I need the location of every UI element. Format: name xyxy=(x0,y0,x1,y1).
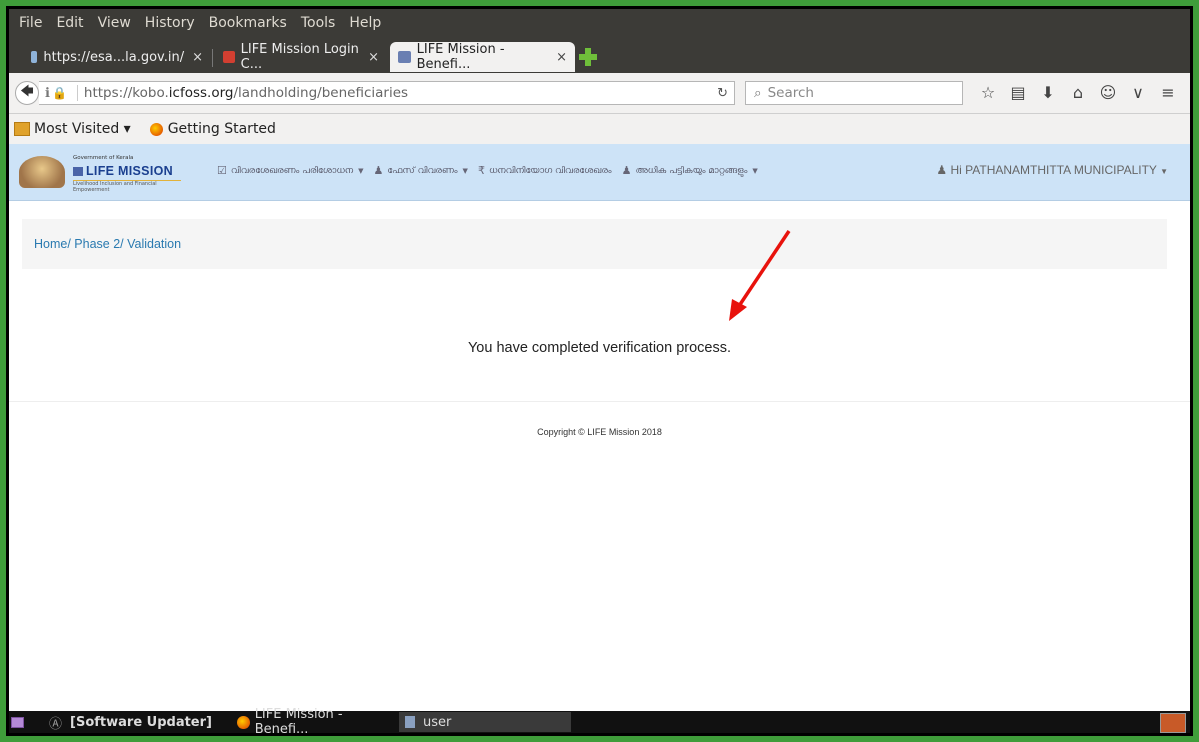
page-icon xyxy=(31,51,38,63)
bookmark-label: Most Visited ▾ xyxy=(34,121,131,137)
url-text[interactable]: https://kobo.icfoss.org/landholding/bene… xyxy=(84,85,408,101)
menu-finance[interactable]: ₹ ധനവിനിയോഗ വിവരശേഖരം xyxy=(478,164,612,177)
menu-history[interactable]: History xyxy=(145,15,195,31)
menu-label: ഫേസ് വിവരണം xyxy=(387,165,458,176)
logo-government-text: Government of Kerala xyxy=(73,155,134,161)
tray-icon[interactable] xyxy=(1160,713,1186,733)
annotation-arrow-icon xyxy=(729,230,791,321)
tab-label: https://esa...la.gov.in/ xyxy=(43,49,185,65)
close-icon[interactable]: × xyxy=(192,50,203,65)
site-navbar: Government of Kerala LIFE MISSION Liveli… xyxy=(9,144,1190,201)
site-menu: ☑ വിവരശേഖരണം പരിശോധന ▼ ♟ ഫേസ് വിവരണം ▼ ₹… xyxy=(217,164,768,177)
copyright-footer: Copyright © LIFE Mission 2018 xyxy=(537,427,662,437)
back-button[interactable]: 🡄 xyxy=(15,81,39,105)
chat-icon[interactable]: ☺ xyxy=(1093,83,1123,102)
download-icon[interactable]: ⬇ xyxy=(1033,83,1063,102)
calendar-check-icon: ☑ xyxy=(217,164,227,177)
tab-separator xyxy=(212,49,213,67)
reload-icon[interactable]: ↻ xyxy=(717,86,728,101)
menu-additional-list[interactable]: ♟ അധിക പട്ടികയും മാറ്റങ്ങളും ▼ xyxy=(622,164,758,177)
caret-down-icon: ▼ xyxy=(462,166,468,175)
logo-subtitle: Livelihood Inclusion and Financial Empow… xyxy=(73,180,181,193)
completion-message: You have completed verification process. xyxy=(467,340,732,356)
screen: File Edit View History Bookmarks Tools H… xyxy=(9,9,1190,733)
search-placeholder: Search xyxy=(767,85,814,101)
menu-phase[interactable]: ♟ ഫേസ് വിവരണം ▼ xyxy=(373,164,467,177)
toolbar-icons: ☆ ▤ ⬇ ⌂ ☺ ∨ ≡ xyxy=(973,83,1183,102)
menu-label: വിവരശേഖരണം പരിശോധന xyxy=(230,165,354,176)
taskbar: Ⓐ [Software Updater] LIFE Mission - Bene… xyxy=(9,707,1190,733)
life-mission-logo[interactable]: Government of Kerala LIFE MISSION Liveli… xyxy=(19,152,181,193)
users-icon: ♟ xyxy=(621,164,632,177)
tab-label: LIFE Mission Login C... xyxy=(240,42,359,72)
task-software-updater[interactable]: Ⓐ [Software Updater] xyxy=(43,712,229,732)
task-label: user xyxy=(423,714,452,730)
menu-bookmarks[interactable]: Bookmarks xyxy=(209,15,287,31)
rupee-icon: ₹ xyxy=(477,164,485,177)
home-icon[interactable]: ⌂ xyxy=(1063,83,1093,102)
pocket-icon[interactable]: ∨ xyxy=(1123,83,1153,102)
caret-down-icon: ▼ xyxy=(752,166,758,175)
menu-label: ധനവിനിയോഗ വിവരശേഖരം xyxy=(488,165,612,176)
site-icon xyxy=(398,51,411,63)
users-icon: ♟ xyxy=(373,164,384,177)
new-tab-icon[interactable] xyxy=(579,48,597,66)
user-greeting: Hi PATHANAMTHITTA MUNICIPALITY xyxy=(950,163,1157,177)
url-bar[interactable]: ℹ 🔒 https://kobo.icfoss.org/landholding/… xyxy=(39,81,735,105)
logo-title: LIFE MISSION xyxy=(73,164,173,178)
task-user[interactable]: user xyxy=(399,712,571,732)
breadcrumb-links[interactable]: Home/ Phase 2/ Validation xyxy=(34,237,181,251)
firefox-icon xyxy=(237,715,250,729)
close-icon[interactable]: × xyxy=(368,50,379,65)
navigation-bar: 🡄 ℹ 🔒 https://kobo.icfoss.org/landholdin… xyxy=(9,73,1190,114)
user-icon: ♟ xyxy=(936,163,948,177)
caret-down-icon: ▼ xyxy=(1160,167,1168,176)
reading-list-icon[interactable]: ▤ xyxy=(1003,83,1033,102)
lock-icon[interactable]: 🔒 xyxy=(52,86,67,100)
menu-help[interactable]: Help xyxy=(349,15,381,31)
url-divider xyxy=(76,85,78,101)
menu-file[interactable]: File xyxy=(19,15,42,31)
firefox-icon xyxy=(149,122,163,136)
kerala-emblem-icon xyxy=(19,156,65,188)
bookmarks-bar: Most Visited ▾ Getting Started xyxy=(9,114,1190,144)
tab-login[interactable]: LIFE Mission Login C... × xyxy=(215,42,387,72)
tab-bar: https://esa...la.gov.in/ × LIFE Mission … xyxy=(9,37,1190,73)
tab-beneficiaries[interactable]: LIFE Mission - Benefi... × xyxy=(390,42,575,72)
search-icon: ⌕ xyxy=(754,85,762,101)
menubar: File Edit View History Bookmarks Tools H… xyxy=(9,9,1190,37)
updater-icon: Ⓐ xyxy=(49,716,63,732)
screen-frame: File Edit View History Bookmarks Tools H… xyxy=(6,6,1193,736)
gmail-icon xyxy=(223,51,235,63)
task-label: [Software Updater] xyxy=(70,714,212,730)
menu-label: അധിക പട്ടികയും മാറ്റങ്ങളും xyxy=(635,165,748,176)
search-input[interactable]: ⌕ Search xyxy=(745,81,963,105)
web-page: Government of Kerala LIFE MISSION Liveli… xyxy=(9,144,1190,711)
bookmark-star-icon[interactable]: ☆ xyxy=(973,83,1003,102)
caret-down-icon: ▼ xyxy=(358,166,364,175)
bookmark-most-visited[interactable]: Most Visited ▾ xyxy=(14,121,131,137)
back-arrow-icon: 🡄 xyxy=(20,84,34,99)
folder-icon xyxy=(14,122,30,136)
task-firefox[interactable]: LIFE Mission - Benefi... xyxy=(231,707,397,733)
divider xyxy=(9,401,1190,402)
bookmark-getting-started[interactable]: Getting Started xyxy=(149,121,276,137)
menu-verification[interactable]: ☑ വിവരശേഖരണം പരിശോധന ▼ xyxy=(217,164,363,177)
hamburger-menu-icon[interactable]: ≡ xyxy=(1153,83,1183,102)
show-desktop-icon[interactable] xyxy=(9,713,25,731)
user-menu[interactable]: ♟ Hi PATHANAMTHITTA MUNICIPALITY ▼ xyxy=(936,163,1168,177)
site-info-icon[interactable]: ℹ xyxy=(45,86,52,101)
tab-label: LIFE Mission - Benefi... xyxy=(416,42,505,72)
menu-tools[interactable]: Tools xyxy=(301,15,336,31)
menu-view[interactable]: View xyxy=(98,15,131,31)
breadcrumb: Home/ Phase 2/ Validation xyxy=(22,219,1167,269)
task-label: LIFE Mission - Benefi... xyxy=(254,707,343,733)
file-manager-icon xyxy=(405,716,415,728)
bookmark-label: Getting Started xyxy=(167,121,276,137)
menu-edit[interactable]: Edit xyxy=(56,15,83,31)
close-icon[interactable]: × xyxy=(556,50,567,65)
tab-esa[interactable]: https://esa...la.gov.in/ × xyxy=(23,42,211,72)
